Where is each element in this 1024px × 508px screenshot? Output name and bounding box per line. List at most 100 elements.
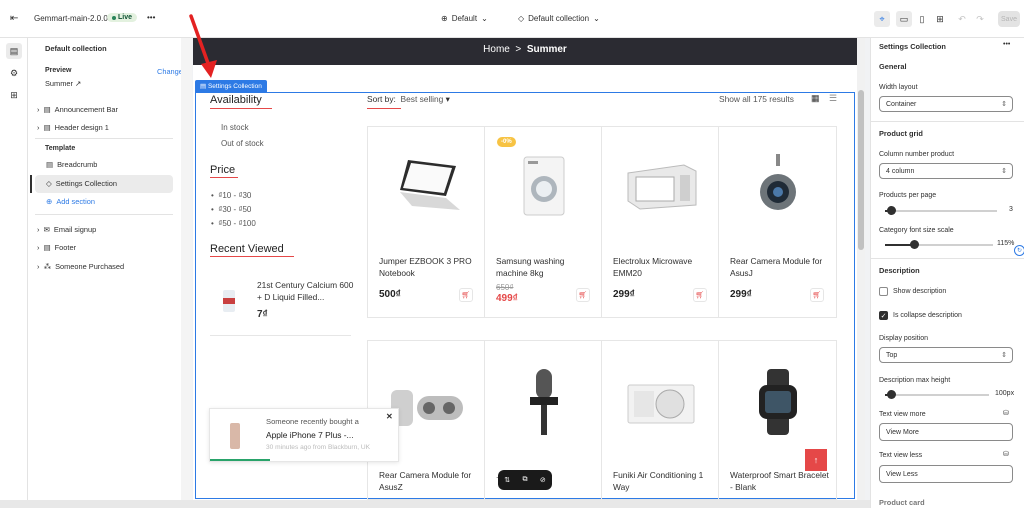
page-select[interactable]: ⊕ Default ⌄ [441,14,488,23]
slider-handle[interactable] [887,390,897,399]
refresh-icon[interactable]: ↻ [1014,245,1024,256]
live-dot-icon [112,15,116,20]
sidebar-item-footer[interactable]: › ▤ Footer [37,243,76,252]
sidebar-item-settings-collection[interactable]: ◇ Settings Collection [46,179,117,188]
close-icon[interactable]: ✕ [386,412,393,421]
font-size-slider[interactable] [885,240,993,249]
duplicate-icon[interactable]: ⧉ [522,476,527,484]
display-position-select[interactable]: Top ⇕ [879,347,1013,363]
cart-icon[interactable]: 🛒︎ [693,288,707,302]
cart-icon[interactable]: 🛒︎ [576,288,590,302]
theme-more-button[interactable]: ••• [147,13,155,22]
panel-scrollbar[interactable] [181,38,192,508]
sidebar-item-email[interactable]: › ✉ Email signup [37,225,96,234]
section-icon: ▤ [46,160,53,169]
purchase-notification[interactable]: Someone recently bought a Apple iPhone 7… [209,408,399,462]
product-image[interactable] [622,147,700,225]
price-range[interactable]: • ₫50 - ₫100 [211,219,256,228]
sidebar-item-header[interactable]: › ▤ Header design 1 [37,123,109,132]
column-number-select[interactable]: 4 column ⇕ [879,163,1013,179]
per-page-slider[interactable] [885,206,997,215]
price-range[interactable]: • ₫30 - ₫50 [211,205,251,214]
globe-icon: ⊕ [441,14,448,23]
list-view-icon[interactable]: ☰ [829,93,837,104]
product-card-heading: Product card [879,498,925,507]
caret-down-icon: ▾ [445,94,450,104]
save-button[interactable]: Save [998,11,1020,27]
product-image[interactable] [388,369,466,447]
database-icon[interactable]: ⛁ [1003,409,1009,417]
product-image[interactable] [388,147,466,225]
product-image[interactable] [739,363,817,441]
product-name[interactable]: Electrolux Microwave EMM20 [613,255,713,279]
recent-item-name[interactable]: 21st Century Calcium 600 + D Liquid Fill… [257,279,357,303]
product-grid-row2: Rear Camera Module for AsusZ ...rding ..… [367,340,837,500]
sort-by[interactable]: Sort by: Best selling ▾ [367,94,450,104]
font-size-value: 115% [997,240,1015,247]
add-section-button[interactable]: ⊕ Add section [46,197,95,206]
desktop-icon[interactable]: ▭ [896,11,912,27]
sections-icon[interactable]: ▤ [6,43,22,59]
divider [35,214,173,215]
show-description-checkbox[interactable] [879,287,888,296]
notification-product[interactable]: Apple iPhone 7 Plus -... [266,430,354,440]
settings-more-button[interactable]: ••• [1003,41,1010,48]
product-price: 499₫ [496,293,518,304]
product-card[interactable]: Rear Camera Module for AsusJ 299₫ 🛒︎ [719,127,836,317]
cart-icon[interactable]: 🛒︎ [459,288,473,302]
horizontal-scrollbar[interactable] [0,500,870,508]
title-underline [210,256,294,257]
redo-icon[interactable]: ↷ [972,11,988,27]
price-range[interactable]: • ₫10 - ₫30 [211,191,251,200]
mobile-icon[interactable]: ▯ [914,11,930,27]
product-card[interactable]: Funiki Air Conditioning 1 Way [602,341,719,499]
product-card[interactable]: Jumper EZBOOK 3 PRO Notebook 500₫ 🛒︎ [368,127,485,317]
chevron-down-icon: ⌄ [593,14,600,23]
database-icon[interactable]: ⛁ [1003,450,1009,458]
width-layout-select[interactable]: Container ⇕ [879,96,1013,112]
fullscreen-icon[interactable]: ⊞ [932,11,948,27]
slider-handle[interactable] [886,206,896,215]
sidebar-item-purchased[interactable]: › ⁂ Someone Purchased [37,262,124,271]
product-name[interactable]: Rear Camera Module for AsusJ [730,255,830,279]
back-to-top-button[interactable]: ↑ [805,449,827,471]
product-card[interactable]: -0% Samsung washing machine 8kg 650₫ 499… [485,127,602,317]
filter-out-of-stock[interactable]: Out of stock [221,139,264,148]
cart-icon[interactable]: 🛒︎ [810,288,824,302]
recent-item-thumbnail[interactable] [223,290,235,312]
section-tag[interactable]: ▤ Settings Collection [195,80,267,92]
preview-value[interactable]: Summer ↗ [45,79,81,88]
sidebar-item-breadcrumb[interactable]: ▤ Breadcrumb [46,160,97,169]
change-link[interactable]: Change [157,67,183,76]
hide-icon[interactable]: ⊘ [540,476,546,484]
grid-view-icon[interactable]: ▦ [811,93,820,104]
move-icon[interactable]: ⇅ [504,476,510,484]
desc-height-slider[interactable] [885,390,989,399]
canvas-scrollbar[interactable] [857,38,865,500]
exit-icon[interactable]: ⇤ [10,13,18,24]
sidebar-item-announcement[interactable]: › ▤ Announcement Bar [37,105,118,114]
slider-handle[interactable] [910,240,920,249]
product-image[interactable] [505,147,583,225]
display-position-label: Display position [879,335,929,342]
inspector-icon[interactable]: ⌖ [874,11,890,27]
product-image[interactable] [622,365,700,443]
product-name[interactable]: Waterproof Smart Bracelet - Blank [730,469,830,493]
product-name[interactable]: Jumper EZBOOK 3 PRO Notebook [379,255,479,279]
product-name[interactable]: Funiki Air Conditioning 1 Way [613,469,713,493]
product-name[interactable]: Rear Camera Module for AsusZ [379,469,479,493]
section-icon: ▤ [200,83,207,90]
template-select[interactable]: ◇ Default collection ⌄ [518,14,600,23]
collapse-description-checkbox[interactable]: ✓ [879,311,888,320]
product-image[interactable] [739,147,817,225]
product-card[interactable]: Waterproof Smart Bracelet - Blank [719,341,836,499]
view-less-input[interactable]: View Less [879,465,1013,483]
view-more-input[interactable]: View More [879,423,1013,441]
undo-icon[interactable]: ↶ [954,11,970,27]
apps-icon[interactable]: ⊞ [6,87,22,103]
filter-in-stock[interactable]: In stock [221,123,249,132]
product-card[interactable]: Electrolux Microwave EMM20 299₫ 🛒︎ [602,127,719,317]
product-image[interactable] [505,363,583,441]
product-name[interactable]: Samsung washing machine 8kg [496,255,596,279]
gear-icon[interactable]: ⚙ [6,65,22,81]
